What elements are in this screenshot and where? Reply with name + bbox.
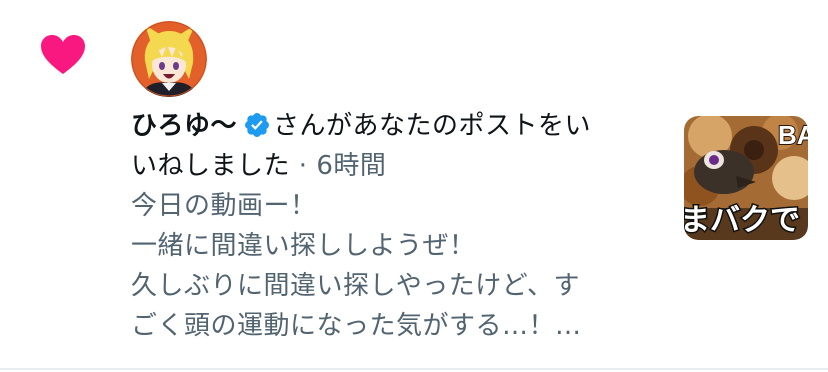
verified-badge-icon	[245, 113, 269, 137]
post-line-3: 久しぶりに間違い探しやったけど、す	[131, 271, 580, 301]
timestamp[interactable]: 6時間	[316, 151, 386, 181]
username[interactable]: ひろゆ〜	[131, 111, 237, 141]
action-text-1: さんがあなたのポストをい	[273, 111, 592, 141]
notification-header-line-2: いねしました · 6時間	[131, 146, 651, 186]
thumbnail-text-top: BA	[778, 120, 808, 150]
post-thumbnail[interactable]: BA まバクで	[684, 116, 808, 240]
avatar[interactable]	[131, 21, 207, 97]
thumbnail-text-bottom: まバクで	[684, 203, 800, 238]
notification-text[interactable]: ひろゆ〜 さんがあなたのポストをい いねしました · 6時間 今日の動画ー！ 一…	[131, 106, 651, 346]
heart-icon	[41, 35, 85, 74]
post-line-4: ごく頭の運動になった気がする…！…	[131, 311, 582, 341]
divider	[0, 368, 828, 370]
action-text-2: いねしました	[131, 151, 291, 181]
separator: ·	[290, 151, 317, 181]
post-line-1: 今日の動画ー！	[131, 191, 317, 221]
post-line-2: 一緒に間違い探ししようぜ！	[131, 231, 476, 261]
notification-header-line-1: ひろゆ〜 さんがあなたのポストをい	[131, 106, 651, 146]
